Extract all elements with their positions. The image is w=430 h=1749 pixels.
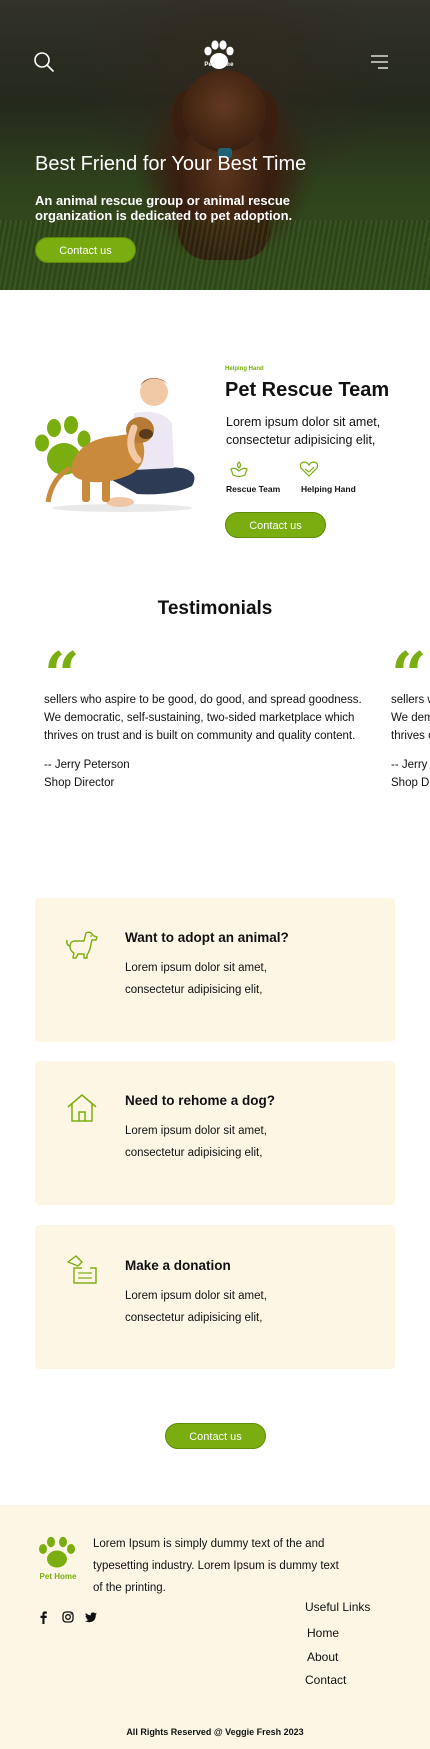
dog-icon xyxy=(66,931,98,959)
footer-link-about[interactable]: About xyxy=(307,1650,338,1664)
testimonial-line: thrives o xyxy=(391,730,430,742)
footer: Pet Home Lorem Ipsum is simply dummy tex… xyxy=(0,1505,430,1749)
footer-link-home[interactable]: Home xyxy=(307,1626,339,1640)
twitter-icon[interactable] xyxy=(84,1610,98,1624)
card-title: Make a donation xyxy=(125,1258,231,1273)
feature-rescue-team: Rescue Team xyxy=(226,484,281,494)
footer-logo-text: Pet Home xyxy=(39,1572,77,1581)
copyright: All Rights Reserved @ Veggie Fresh 2023 xyxy=(126,1727,304,1737)
card-rehome[interactable]: Need to rehome a dog? Lorem ipsum dolor … xyxy=(35,1061,395,1205)
hero-title: Best Friend for Your Best Time xyxy=(35,153,307,175)
boy-with-dog-image xyxy=(45,378,195,512)
testimonial-author: -- Jerry xyxy=(391,759,428,771)
card-text: Lorem ipsum dolor sit amet, xyxy=(125,1125,267,1137)
testimonial-line: We dem xyxy=(391,712,430,724)
search-icon[interactable] xyxy=(33,51,55,73)
testimonial-line: thrives on trust and is built on communi… xyxy=(44,730,356,742)
helping-hand-icon xyxy=(299,461,319,477)
footer-logo-paw-icon[interactable] xyxy=(37,1535,77,1569)
house-icon xyxy=(67,1094,97,1122)
testimonial-line: sellers who aspire to be good, do good, … xyxy=(44,694,362,706)
card-text: Lorem ipsum dolor sit amet, xyxy=(125,1290,267,1302)
feature-helping-hand: Helping Hand xyxy=(301,484,356,494)
footer-link-contact[interactable]: Contact xyxy=(305,1673,346,1687)
testimonial-line: sellers w xyxy=(391,694,430,706)
card-text: consectetur adipisicing elit, xyxy=(125,984,263,996)
rescue-team-icon xyxy=(230,461,248,478)
about-text: Lorem ipsum dolor sit amet, consectetur … xyxy=(226,415,381,447)
testimonial-role: Shop D xyxy=(391,777,430,789)
about-title: Pet Rescue Team xyxy=(225,379,390,401)
useful-links-title: Useful Links xyxy=(305,1600,371,1614)
donation-icon xyxy=(67,1255,97,1284)
card-title: Need to rehome a dog? xyxy=(125,1093,276,1108)
card-text: consectetur adipisicing elit, xyxy=(125,1312,263,1324)
hero-banner: Pet Home Best Friend for Your Best Time … xyxy=(0,0,430,290)
hero-contact-button[interactable]: Contact us xyxy=(35,237,136,263)
card-title: Want to adopt an animal? xyxy=(125,930,289,945)
menu-icon[interactable] xyxy=(369,54,389,70)
about-contact-button[interactable]: Contact us xyxy=(225,512,326,538)
cards-contact-button[interactable]: Contact us xyxy=(165,1423,266,1449)
testimonial-line: We democratic, self-sustaining, two-side… xyxy=(44,712,355,724)
card-text: consectetur adipisicing elit, xyxy=(125,1147,263,1159)
about-eyebrow: Helping Hand xyxy=(225,366,264,372)
testimonial-role: Shop Director xyxy=(44,777,115,789)
testimonials-title: Testimonials xyxy=(157,598,273,619)
facebook-icon[interactable] xyxy=(36,1610,50,1624)
footer-description: Lorem Ipsum is simply dummy text of the … xyxy=(93,1538,339,1594)
logo-text: Pet Home xyxy=(204,62,234,68)
card-donation[interactable]: Make a donation Lorem ipsum dolor sit am… xyxy=(35,1225,395,1369)
card-adopt[interactable]: Want to adopt an animal? Lorem ipsum dol… xyxy=(35,898,395,1042)
card-text: Lorem ipsum dolor sit amet, xyxy=(125,962,267,974)
hero-subtitle: An animal rescue group or animal rescue … xyxy=(35,193,293,223)
instagram-icon[interactable] xyxy=(61,1610,75,1624)
testimonial-author: -- Jerry Peterson xyxy=(44,759,130,771)
